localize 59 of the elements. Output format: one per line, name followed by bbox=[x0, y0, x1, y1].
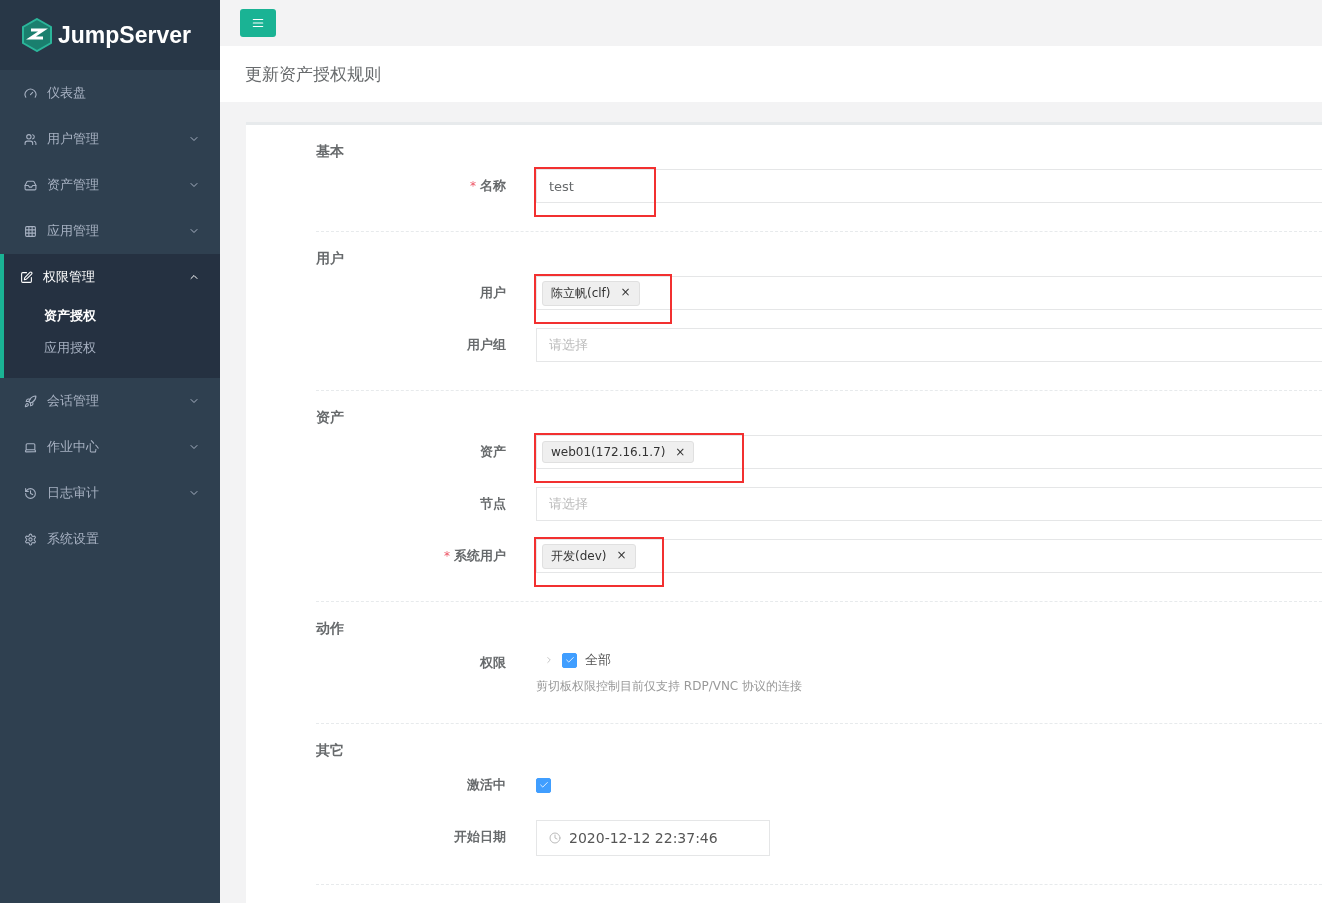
select-field[interactable]: 开发(dev) × bbox=[536, 539, 1322, 573]
remove-icon[interactable]: × bbox=[620, 284, 631, 302]
field-label: 系统用户 bbox=[454, 547, 506, 565]
section-title: 动作 bbox=[316, 620, 345, 638]
section-title: 其它 bbox=[316, 742, 345, 760]
rocket-icon bbox=[24, 394, 37, 408]
checkbox[interactable] bbox=[536, 777, 551, 793]
field-label: 节点 bbox=[480, 495, 506, 513]
field-label: 用户 bbox=[480, 284, 506, 302]
gauge-icon bbox=[24, 86, 37, 100]
option-label: 全部 bbox=[585, 651, 611, 669]
history-icon bbox=[24, 486, 37, 500]
grid-icon bbox=[24, 224, 37, 238]
field-label: 用户组 bbox=[467, 336, 506, 354]
required-mark: * bbox=[470, 179, 476, 193]
edit-icon bbox=[20, 270, 33, 284]
sidebar-item[interactable]: 系统设置 bbox=[4, 516, 220, 562]
sidebar-item[interactable]: 日志审计 bbox=[4, 470, 220, 516]
select-field[interactable]: web01(172.16.1.7) × bbox=[536, 435, 1322, 469]
tray-icon bbox=[24, 178, 37, 192]
submenu-item[interactable]: 应用授权 bbox=[4, 332, 220, 364]
remove-icon[interactable]: × bbox=[616, 547, 627, 565]
remove-icon[interactable]: × bbox=[675, 445, 686, 459]
section-title: 资产 bbox=[316, 409, 345, 427]
expand-icon[interactable] bbox=[544, 655, 554, 665]
sidebar-item[interactable]: 权限管理 bbox=[4, 254, 220, 300]
help-text: 剪切板权限控制目前仅支持 RDP/VNC 协议的连接 bbox=[536, 678, 804, 695]
field-label: 开始日期 bbox=[454, 828, 506, 846]
submenu-item[interactable]: 资产授权 bbox=[4, 300, 220, 332]
sidebar-item[interactable]: 会话管理 bbox=[4, 378, 220, 424]
page-title: 更新资产授权规则 bbox=[245, 62, 381, 86]
sidebar-item[interactable]: 用户管理 bbox=[4, 116, 220, 162]
selected-tag: web01(172.16.1.7) × bbox=[542, 441, 695, 463]
sidebar-item[interactable]: 作业中心 bbox=[4, 424, 220, 470]
clock-icon bbox=[549, 832, 561, 844]
field-label: 资产 bbox=[480, 443, 506, 461]
select-field[interactable]: 陈立帆(clf) × bbox=[536, 276, 1322, 310]
field-label: 权限 bbox=[480, 654, 506, 672]
menu-button[interactable] bbox=[240, 9, 276, 38]
selected-tag: 开发(dev) × bbox=[542, 543, 636, 569]
selected-tag: 陈立帆(clf) × bbox=[542, 280, 640, 306]
date-field[interactable]: 2020-12-12 22:37:46 bbox=[536, 820, 770, 856]
check-icon bbox=[538, 780, 549, 790]
laptop-icon bbox=[24, 440, 37, 454]
users-icon bbox=[24, 132, 37, 146]
check-icon bbox=[564, 655, 575, 665]
sidebar-item[interactable]: 应用管理 bbox=[4, 208, 220, 254]
field-label: 激活中 bbox=[467, 776, 506, 794]
text-field[interactable]: test bbox=[536, 169, 1322, 203]
required-mark: * bbox=[444, 549, 450, 563]
section-title: 基本 bbox=[316, 143, 345, 161]
sidebar-item[interactable]: 仪表盘 bbox=[4, 70, 220, 116]
section-title: 用户 bbox=[316, 250, 345, 268]
field-label: 名称 bbox=[480, 177, 506, 195]
brand-name: JumpServer bbox=[58, 21, 191, 49]
logo-icon bbox=[22, 18, 52, 52]
settings-icon bbox=[24, 532, 37, 546]
checkbox[interactable] bbox=[562, 652, 577, 668]
sidebar-item[interactable]: 资产管理 bbox=[4, 162, 220, 208]
